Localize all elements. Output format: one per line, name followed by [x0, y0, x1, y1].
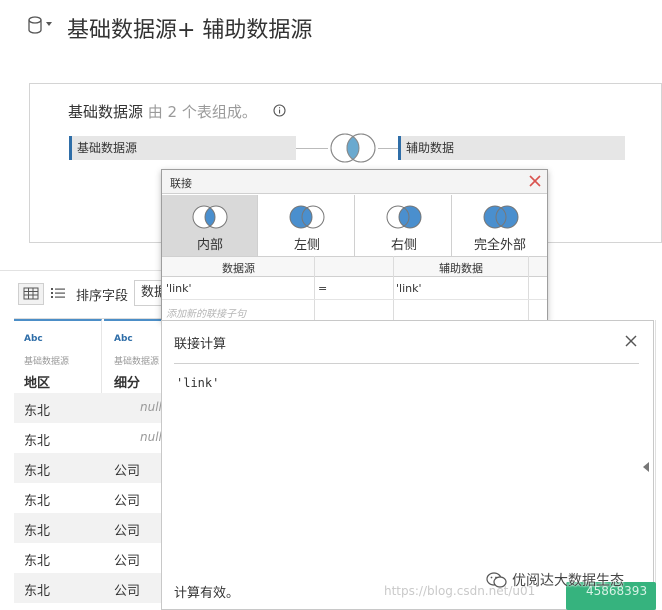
join-connector-right — [378, 148, 398, 149]
join-type-inner[interactable]: 内部 — [162, 195, 258, 256]
wechat-icon — [486, 572, 507, 588]
join-dialog-header: 联接 — [162, 170, 547, 194]
string-type-icon: Abc — [24, 334, 43, 344]
calculation-editor[interactable]: 'link' — [176, 376, 219, 390]
close-icon[interactable] — [528, 174, 542, 188]
datasource-name: 基础数据源 — [68, 103, 144, 121]
clause-header-right: 辅助数据 — [439, 262, 483, 275]
join-type-label: 内部 — [196, 238, 223, 253]
join-calculation-panel: 联接计算 'link' 计算有效。 — [161, 320, 654, 610]
cell-region: 东北 — [24, 464, 51, 479]
right-table-box[interactable]: 辅助数据 — [398, 136, 625, 160]
clause-header-left: 数据源 — [222, 262, 255, 275]
join-type-right[interactable]: 右侧 — [356, 195, 452, 256]
list-view-icon[interactable] — [50, 284, 66, 302]
table-row: 东北 公司 — [14, 483, 162, 513]
join-type-full-outer[interactable]: 完全外部 — [453, 195, 547, 256]
table-row: 东北 公司 — [14, 573, 162, 603]
sort-field-label: 排序字段 — [76, 289, 129, 304]
cell-region: 东北 — [24, 524, 51, 539]
column-field-name: 细分 — [114, 376, 141, 391]
cell-segment: null — [140, 430, 162, 444]
info-icon[interactable] — [273, 104, 286, 117]
add-join-clause-label: 添加新的联接子句 — [166, 309, 246, 320]
data-grid: Abc 基础数据源 地区 Abc 基础数据源 细分 东北 null 东北 nul… — [14, 318, 162, 610]
cell-segment: null — [140, 400, 162, 414]
page-title: 基础数据源+ 辅助数据源 — [67, 18, 313, 43]
join-type-left[interactable]: 左侧 — [259, 195, 355, 256]
column-header-region[interactable]: Abc 基础数据源 地区 — [14, 319, 102, 393]
column-header-segment[interactable]: Abc 基础数据源 细分 — [104, 319, 162, 393]
cell-segment: 公司 — [114, 494, 141, 509]
column-source: 基础数据源 — [24, 357, 70, 367]
inner-join-icon[interactable] — [328, 132, 378, 164]
column-field-name: 地区 — [24, 376, 51, 391]
datasource-heading: 基础数据源 由 2 个表组成。 — [68, 101, 257, 122]
grid-icon — [23, 287, 39, 300]
cell-region: 东北 — [24, 404, 51, 419]
table-row: 东北 null — [14, 423, 162, 453]
collapse-arrow-icon[interactable] — [643, 462, 649, 472]
grid-view-button[interactable] — [18, 283, 44, 305]
inner-join-icon — [192, 205, 228, 229]
cell-region: 东北 — [24, 434, 51, 449]
clause-right-field[interactable]: 'link' — [396, 282, 422, 295]
join-type-label: 完全外部 — [473, 238, 526, 253]
table-row: 东北 null — [14, 393, 162, 423]
table-row: 东北 公司 — [14, 543, 162, 573]
join-type-label: 左侧 — [293, 238, 320, 253]
datasource-table-count: 由 2 个表组成。 — [143, 103, 257, 121]
string-type-icon: Abc — [114, 334, 133, 344]
database-icon[interactable] — [28, 16, 42, 34]
cell-region: 东北 — [24, 554, 51, 569]
calc-status: 计算有效。 — [174, 586, 240, 601]
cell-segment: 公司 — [114, 464, 141, 479]
close-icon[interactable] — [624, 334, 638, 348]
join-dialog: 联接 内部 左侧 右侧 完全外部 数据源 辅助数据 'link' = 'link… — [161, 169, 548, 321]
cell-segment: 公司 — [114, 524, 141, 539]
join-clause-row[interactable]: 'link' = 'link' — [162, 278, 547, 300]
join-connector-left — [296, 148, 328, 149]
left-join-icon — [289, 205, 325, 229]
table-row: 东北 公司 — [14, 453, 162, 483]
side-scroll-area — [655, 320, 662, 610]
divider — [174, 363, 639, 364]
cell-region: 东北 — [24, 584, 51, 599]
cell-region: 东北 — [24, 494, 51, 509]
cell-segment: 公司 — [114, 554, 141, 569]
join-clause-header: 数据源 辅助数据 — [162, 256, 547, 277]
clause-left-field[interactable]: 'link' — [166, 282, 192, 295]
column-source: 基础数据源 — [114, 357, 160, 367]
table-row: 东北 公司 — [14, 513, 162, 543]
cell-segment: 公司 — [114, 584, 141, 599]
right-join-icon — [386, 205, 422, 229]
grid-toolbar: 排序字段 数据 — [0, 270, 174, 316]
title-bar: 基础数据源+ 辅助数据源 — [0, 0, 662, 56]
clause-operator[interactable]: = — [318, 282, 327, 295]
corner-number: 45868393 — [586, 584, 648, 598]
join-type-label: 右侧 — [390, 238, 417, 253]
left-table-box[interactable]: 基础数据源 — [69, 136, 296, 160]
calc-panel-title: 联接计算 — [174, 337, 227, 352]
join-dialog-title: 联接 — [170, 177, 192, 190]
full-outer-join-icon — [483, 205, 519, 229]
chevron-down-icon[interactable] — [46, 22, 52, 26]
